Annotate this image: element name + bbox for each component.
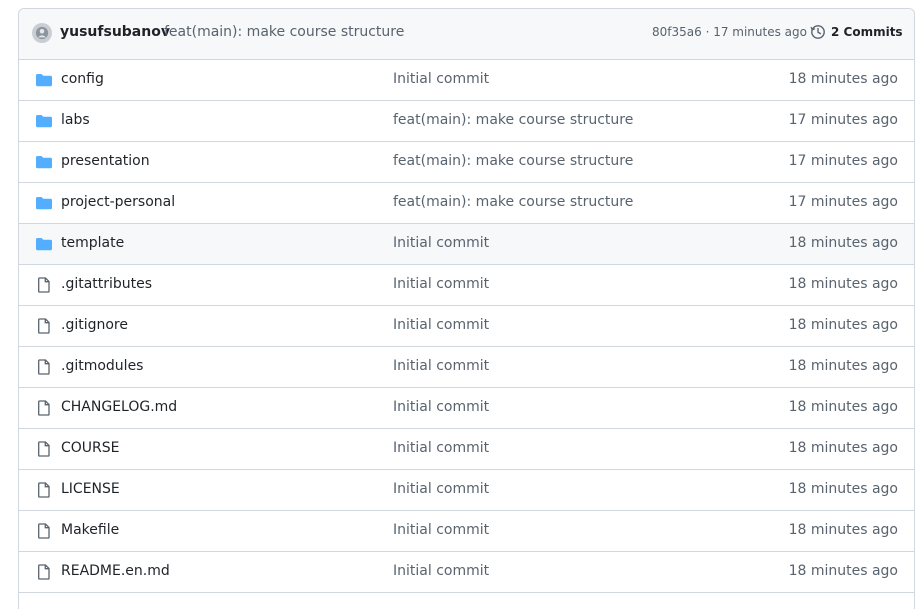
folder-icon bbox=[35, 72, 53, 88]
file-icon bbox=[35, 400, 53, 416]
file-name-link[interactable]: LICENSE bbox=[61, 481, 120, 497]
file-row[interactable]: README.en.md Initial commit 18 minutes ago bbox=[19, 552, 914, 593]
file-commit-message-link[interactable]: Initial commit bbox=[393, 481, 489, 497]
avatar[interactable] bbox=[32, 23, 52, 43]
file-icon bbox=[35, 277, 53, 293]
file-commit-message-link[interactable]: Initial commit bbox=[393, 71, 489, 87]
file-commit-message-link[interactable]: feat(main): make course structure bbox=[393, 112, 633, 128]
file-commit-time: 18 minutes ago bbox=[788, 399, 898, 415]
file-icon bbox=[35, 441, 53, 457]
file-browser: yusufsubanov feat(main): make course str… bbox=[18, 8, 915, 609]
file-commit-time: 18 minutes ago bbox=[788, 358, 898, 374]
file-commit-time: 18 minutes ago bbox=[788, 481, 898, 497]
folder-icon bbox=[35, 154, 53, 170]
commit-hash-time[interactable]: 80f35a6 · 17 minutes ago bbox=[652, 25, 807, 39]
commits-count-label: 2 Commits bbox=[831, 25, 903, 39]
file-name-link[interactable]: template bbox=[61, 235, 124, 251]
file-name-link[interactable]: .gitmodules bbox=[61, 358, 143, 374]
file-icon bbox=[35, 318, 53, 334]
folder-icon bbox=[35, 113, 53, 129]
file-name-link[interactable]: COURSE bbox=[61, 440, 120, 456]
file-commit-message-link[interactable]: Initial commit bbox=[393, 317, 489, 333]
file-name-link[interactable]: config bbox=[61, 71, 104, 87]
file-row[interactable]: presentation feat(main): make course stru… bbox=[19, 142, 914, 183]
file-row[interactable]: template Initial commit 18 minutes ago bbox=[19, 224, 914, 265]
file-row[interactable]: .gitmodules Initial commit 18 minutes ago bbox=[19, 347, 914, 388]
file-commit-time: 17 minutes ago bbox=[788, 112, 898, 128]
file-name-link[interactable]: .gitignore bbox=[61, 317, 128, 333]
file-commit-message-link[interactable]: feat(main): make course structure bbox=[393, 153, 633, 169]
file-name-link[interactable]: labs bbox=[61, 112, 90, 128]
file-row[interactable]: labs feat(main): make course structure 17 … bbox=[19, 101, 914, 142]
file-commit-message-link[interactable]: Initial commit bbox=[393, 563, 489, 579]
file-commit-time: 18 minutes ago bbox=[788, 522, 898, 538]
file-commit-message-link[interactable]: Initial commit bbox=[393, 276, 489, 292]
file-name-link[interactable]: Makefile bbox=[61, 522, 119, 538]
file-commit-time: 18 minutes ago bbox=[788, 276, 898, 292]
folder-icon bbox=[35, 195, 53, 211]
commits-history-button[interactable]: 2 Commits bbox=[810, 24, 903, 40]
file-name-link[interactable]: presentation bbox=[61, 153, 150, 169]
file-commit-message-link[interactable]: Initial commit bbox=[393, 440, 489, 456]
file-name-link[interactable]: README.en.md bbox=[61, 563, 170, 579]
file-row[interactable]: .gitignore Initial commit 18 minutes ago bbox=[19, 306, 914, 347]
file-commit-time: 18 minutes ago bbox=[788, 563, 898, 579]
file-commit-time: 18 minutes ago bbox=[788, 440, 898, 456]
file-commit-time: 18 minutes ago bbox=[788, 235, 898, 251]
file-name-link[interactable]: .gitattributes bbox=[61, 276, 152, 292]
top-strip bbox=[0, 0, 920, 8]
file-icon bbox=[35, 482, 53, 498]
file-row[interactable]: COURSE Initial commit 18 minutes ago bbox=[19, 429, 914, 470]
history-icon bbox=[810, 25, 825, 39]
commit-author-link[interactable]: yusufsubanov bbox=[60, 24, 170, 40]
file-icon bbox=[35, 564, 53, 580]
commit-message-link[interactable]: feat(main): make course structure bbox=[164, 24, 404, 40]
folder-icon bbox=[35, 236, 53, 252]
file-commit-time: 17 minutes ago bbox=[788, 153, 898, 169]
file-icon bbox=[35, 359, 53, 375]
file-commit-message-link[interactable]: Initial commit bbox=[393, 399, 489, 415]
file-row[interactable]: Makefile Initial commit 18 minutes ago bbox=[19, 511, 914, 552]
file-commit-message-link[interactable]: Initial commit bbox=[393, 235, 489, 251]
file-list: config Initial commit 18 minutes ago labs fe… bbox=[19, 60, 914, 593]
file-name-link[interactable]: CHANGELOG.md bbox=[61, 399, 177, 415]
file-commit-message-link[interactable]: Initial commit bbox=[393, 522, 489, 538]
file-icon bbox=[35, 523, 53, 539]
file-commit-time: 17 minutes ago bbox=[788, 194, 898, 210]
file-row[interactable]: LICENSE Initial commit 18 minutes ago bbox=[19, 470, 914, 511]
file-row[interactable]: CHANGELOG.md Initial commit 18 minutes ago bbox=[19, 388, 914, 429]
file-name-link[interactable]: project-personal bbox=[61, 194, 175, 210]
file-commit-time: 18 minutes ago bbox=[788, 71, 898, 87]
file-row[interactable]: project-personal feat(main): make course … bbox=[19, 183, 914, 224]
file-row[interactable]: .gitattributes Initial commit 18 minutes a… bbox=[19, 265, 914, 306]
file-commit-message-link[interactable]: Initial commit bbox=[393, 358, 489, 374]
file-row[interactable]: config Initial commit 18 minutes ago bbox=[19, 60, 914, 101]
latest-commit-header: yusufsubanov feat(main): make course str… bbox=[19, 9, 914, 60]
file-commit-time: 18 minutes ago bbox=[788, 317, 898, 333]
file-commit-message-link[interactable]: feat(main): make course structure bbox=[393, 194, 633, 210]
github-icon bbox=[35, 26, 49, 40]
